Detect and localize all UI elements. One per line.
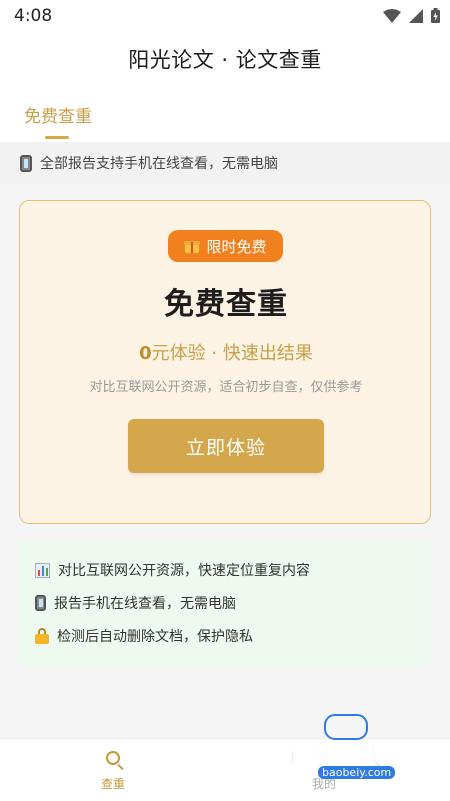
notice-text: 全部报告支持手机在线查看，无需电脑: [40, 156, 278, 172]
watermark-url: baobeiy.com: [318, 766, 396, 779]
chart-icon: [35, 562, 50, 578]
limited-free-badge: 限时免费: [168, 230, 283, 262]
wifi-icon: [383, 8, 401, 23]
search-icon: [106, 751, 120, 765]
battery-icon: [431, 8, 440, 23]
feature-text: 检测后自动删除文档，保护隐私: [57, 629, 253, 645]
tab-bar: 免费查重: [0, 88, 450, 142]
signal-icon: [409, 8, 423, 23]
try-now-button[interactable]: 立即体验: [128, 419, 324, 473]
promo-card: 限时免费 免费查重 0元体验 · 快速出结果 对比互联网公开资源，适合初步自查，…: [19, 200, 431, 524]
promo-subtitle-text: 元体验 · 快速出结果: [151, 343, 313, 364]
lock-icon: [35, 628, 49, 644]
watermark-logo: 宝贝游戏网 baobeiy.com: [272, 712, 422, 792]
nav-item-check[interactable]: 查重: [89, 749, 137, 792]
feature-item: 对比互联网公开资源，快速定位重复内容: [35, 560, 310, 580]
promo-title: 免费查重: [164, 287, 288, 322]
feature-item: 检测后自动删除文档，保护隐私: [35, 626, 253, 646]
status-bar: 4:08: [0, 0, 450, 32]
page-title: 阳光论文 · 论文查重: [128, 48, 322, 72]
promo-description: 对比互联网公开资源，适合初步自查，仅供参考: [89, 380, 363, 395]
phone-icon: [20, 154, 32, 172]
feature-item: 报告手机在线查看，无需电脑: [35, 593, 236, 613]
tab-free-check[interactable]: 免费查重: [24, 102, 92, 127]
nav-label: 查重: [100, 777, 125, 791]
phone-icon: [35, 595, 46, 611]
notice-bar: 全部报告支持手机在线查看，无需电脑: [0, 142, 450, 184]
badge-label: 限时免费: [206, 237, 267, 256]
status-time: 4:08: [14, 6, 53, 26]
promo-subtitle: 0元体验 · 快速出结果: [20, 339, 432, 365]
promo-price: 0: [139, 343, 152, 364]
feature-text: 对比互联网公开资源，快速定位重复内容: [58, 563, 310, 579]
gift-icon: [184, 238, 201, 254]
tab-underline: [45, 136, 69, 139]
features-panel: 对比互联网公开资源，快速定位重复内容 报告手机在线查看，无需电脑 检测后自动删除…: [19, 540, 431, 666]
feature-text: 报告手机在线查看，无需电脑: [54, 596, 236, 612]
status-icons: [383, 8, 440, 23]
app-header: 阳光论文 · 论文查重: [0, 32, 450, 88]
